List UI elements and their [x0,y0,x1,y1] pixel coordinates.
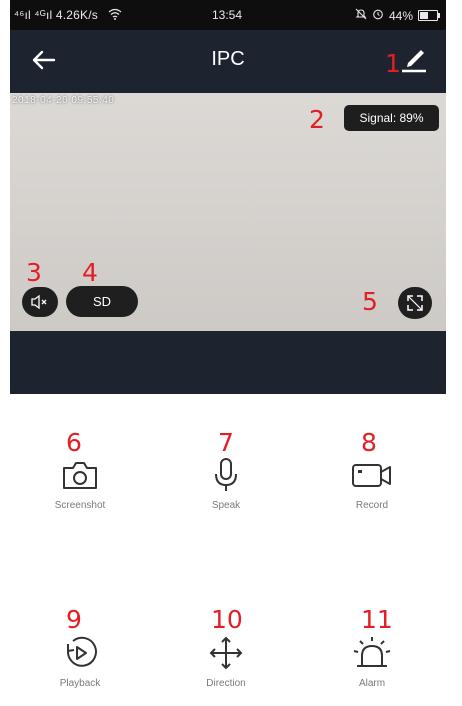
fullscreen-icon [407,295,423,311]
video-bottom-bar [10,331,446,394]
status-bar: ⁴⁶ıl ⁴ᴳıl 4.26K/s 13:54 44% [10,0,446,30]
speak-label: Speak [211,500,241,511]
annotation-4: 4 [82,258,98,287]
playback-label: Playback [59,678,101,689]
nav-bar: IPC [10,30,446,92]
alarm-label: Alarm [358,678,386,689]
playback-button[interactable]: Playback [20,636,140,689]
video-camera-icon [352,464,391,487]
pencil-icon [402,50,426,73]
annotation-5: 5 [362,287,378,316]
record-label: Record [355,500,389,511]
battery-icon [418,10,440,21]
alarm-button[interactable]: Alarm [312,636,432,689]
annotation-6: 6 [66,428,82,457]
speak-button[interactable]: Speak [166,458,286,511]
mute-status-icon [355,8,367,23]
direction-icon [209,636,243,670]
wifi-icon [108,8,122,23]
annotation-7: 7 [218,428,234,457]
mute-button[interactable] [22,287,58,317]
microphone-icon [215,458,237,491]
video-timestamp: 2018-04-20 09:55:40 [12,95,115,106]
camera-icon [63,462,97,489]
annotation-1: 1 [385,49,401,78]
speaker-muted-icon [31,294,47,310]
status-time: 13:54 [212,8,243,22]
alarm-clock-icon [372,8,384,23]
battery-percent: 44% [388,8,413,23]
direction-label: Direction [206,678,246,689]
edit-button[interactable] [400,44,428,74]
screenshot-label: Screenshot [54,500,106,511]
annotation-8: 8 [361,428,377,457]
video-feed[interactable]: 2018-04-20 09:55:40 Signal: 89% SD [10,93,446,331]
screenshot-button[interactable]: Screenshot [20,458,140,511]
playback-icon [66,636,97,667]
signal-badge: Signal: 89% [344,105,439,131]
status-network: ⁴⁶ıl ⁴ᴳıl 4.26K/s [14,8,98,22]
page-title: IPC [211,48,245,70]
alarm-icon [353,637,391,667]
direction-button[interactable]: Direction [166,636,286,689]
annotation-2: 2 [309,105,325,134]
quality-sd-button[interactable]: SD [66,286,138,317]
app-screen: ⁴⁶ıl ⁴ᴳıl 4.26K/s 13:54 44% IPC 2018-04-… [10,0,446,394]
annotation-10: 10 [211,605,243,634]
fullscreen-button[interactable] [398,287,432,319]
annotation-11: 11 [361,605,393,634]
record-button[interactable]: Record [312,458,432,511]
annotation-9: 9 [66,605,82,634]
annotation-3: 3 [26,258,42,287]
